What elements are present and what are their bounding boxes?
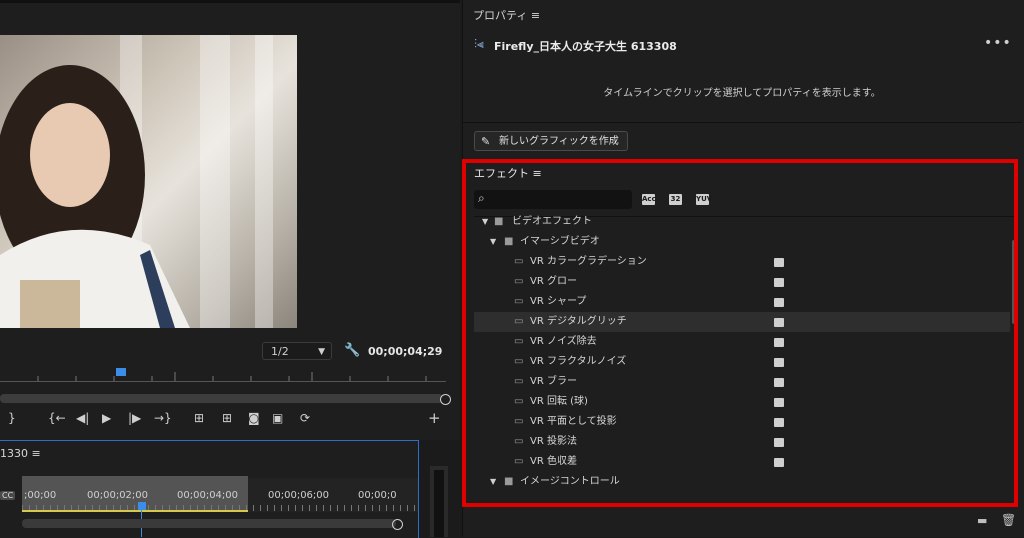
camera-icon[interactable]: ◙ — [248, 411, 260, 425]
closed-captions-icon[interactable]: CC — [0, 491, 16, 500]
trash-icon[interactable]: 🗑 — [1001, 513, 1016, 527]
timeline-tc-0: ;00;00 — [24, 490, 57, 501]
timeline-work-area — [22, 510, 248, 512]
mark-out-button[interactable]: } — [8, 411, 16, 425]
more-options-icon[interactable]: ••• — [984, 35, 1012, 51]
step-forward-icon[interactable]: |▶ — [128, 411, 141, 425]
go-to-out-icon[interactable]: →} — [154, 411, 172, 425]
zoom-value: 1/2 — [271, 345, 289, 358]
step-back-icon[interactable]: ◀| — [76, 411, 89, 425]
timeline-title[interactable]: 1330 ≡ — [0, 447, 41, 460]
timeline-tc-3: 00;00;06;00 — [268, 490, 330, 501]
compare-icon[interactable]: ▣ — [272, 411, 283, 425]
timeline-playhead[interactable] — [138, 502, 146, 510]
new-graphic-label: 新しいグラフィックを作成 — [499, 136, 619, 147]
play-icon[interactable]: ▶ — [102, 411, 111, 425]
new-graphic-button[interactable]: ✎ 新しいグラフィックを作成 — [474, 131, 628, 151]
timeline-scrollbar[interactable] — [22, 519, 396, 528]
new-folder-icon[interactable]: ▬ — [977, 514, 987, 527]
wrench-icon[interactable]: 🔧 — [344, 343, 360, 358]
lift-icon[interactable]: ⊞ — [194, 411, 204, 425]
clip-name: Firefly_日本人の女子大生 613308 — [494, 40, 677, 53]
properties-message: タイムラインでクリップを選択してプロパティを表示します。 — [603, 88, 881, 99]
playhead-timecode[interactable]: 00;00;04;29 — [368, 345, 442, 358]
monitor-zoom-knob[interactable] — [440, 394, 451, 405]
go-to-in-icon[interactable]: {← — [48, 411, 66, 425]
video-preview — [0, 35, 297, 328]
graphic-icon: ✎ — [481, 135, 491, 148]
add-button-icon[interactable]: + — [428, 409, 441, 427]
extract-icon[interactable]: ⊞ — [222, 411, 232, 425]
timeline-tc-1: 00;00;02;00 — [87, 490, 149, 501]
timeline-tc-4: 00;00;0 — [358, 490, 397, 501]
clip-icon: ⫶⫷ — [474, 37, 484, 51]
monitor-ruler[interactable] — [0, 366, 446, 382]
divider — [462, 122, 1022, 123]
monitor-zoom-bar[interactable] — [0, 394, 443, 403]
chevron-down-icon: ▼ — [318, 347, 325, 357]
highlight-frame — [462, 159, 1018, 507]
zoom-dropdown[interactable]: 1/2 ▼ — [262, 342, 332, 360]
top-strip — [0, 0, 460, 3]
timeline-tc-2: 00;00;04;00 — [177, 490, 239, 501]
audio-meter-channel — [434, 470, 444, 537]
properties-title[interactable]: プロパティ ≡ — [473, 7, 540, 23]
monitor-playhead[interactable] — [116, 368, 126, 376]
timeline-scroll-knob[interactable] — [392, 519, 403, 530]
export-frame-icon[interactable]: ⟳ — [300, 411, 310, 425]
